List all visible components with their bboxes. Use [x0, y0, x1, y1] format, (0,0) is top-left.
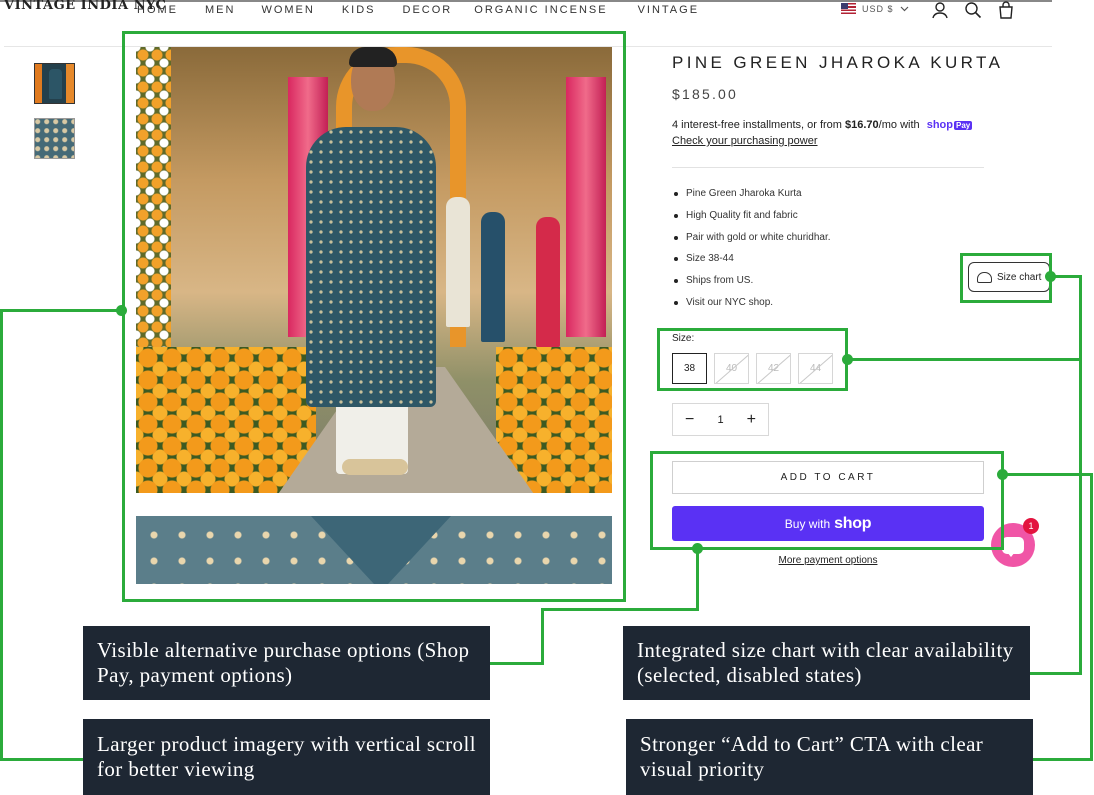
connector-line [490, 662, 544, 665]
connector-line [0, 758, 84, 761]
annotation-box-size-options [657, 328, 848, 391]
chat-notification-badge: 1 [1023, 518, 1039, 534]
connector-line [541, 608, 699, 611]
quantity-value[interactable]: 1 [717, 414, 723, 426]
connector-dot [842, 354, 853, 365]
thumbnail-full-view[interactable] [34, 63, 75, 104]
product-features-list: Pine Green Jharoka Kurta High Quality fi… [672, 187, 831, 318]
thumbnail-fabric-detail[interactable] [34, 118, 75, 159]
connector-line [846, 358, 1082, 361]
installments-text: 4 interest-free installments, or from $1… [672, 119, 973, 131]
nav-home[interactable]: HOME [137, 3, 178, 17]
annotation-box-imagery [122, 31, 626, 602]
product-title: PINE GREEN JHAROKA KURTA [672, 53, 1004, 72]
shop-pay-word: shop [926, 119, 953, 131]
connector-line [0, 309, 122, 312]
nav-organic-incense[interactable]: ORGANIC INCENSE [474, 3, 607, 17]
nav-kids[interactable]: KIDS [342, 3, 376, 17]
callout-cta: Stronger “Add to Cart” CTA with clear vi… [626, 719, 1033, 795]
installments-amount: $16.70 [845, 119, 879, 131]
decrease-quantity-button[interactable]: − [685, 411, 694, 428]
increase-quantity-button[interactable]: + [747, 411, 756, 428]
more-payment-options-link[interactable]: More payment options [672, 555, 984, 566]
search-icon[interactable] [964, 1, 982, 19]
info-divider [672, 167, 984, 168]
account-icon[interactable] [931, 1, 949, 19]
connector-line [1003, 473, 1093, 476]
nav-decor[interactable]: DECOR [403, 3, 453, 17]
currency-label: USD $ [862, 3, 894, 14]
quantity-stepper: − 1 + [672, 403, 769, 436]
chevron-down-icon [900, 6, 908, 11]
page: VINTAGE INDIA NYC HOME MEN WOMEN KIDS DE… [0, 0, 1094, 795]
nav-vintage[interactable]: VINTAGE [638, 3, 699, 17]
callout-imagery: Larger product imagery with vertical scr… [83, 719, 490, 795]
check-purchasing-power-link[interactable]: Check your purchasing power [672, 135, 818, 147]
connector-line [541, 608, 544, 665]
connector-line [696, 549, 699, 610]
connector-line [0, 309, 3, 761]
callout-purchase-options: Visible alternative purchase options (Sh… [83, 626, 490, 700]
list-item: Visit our NYC shop. [672, 296, 831, 318]
callout-size-chart: Integrated size chart with clear availab… [623, 626, 1030, 700]
product-price: $185.00 [672, 86, 739, 102]
currency-selector[interactable]: USD $ [841, 3, 909, 14]
list-item: Size 38-44 [672, 252, 831, 274]
list-item: Pine Green Jharoka Kurta [672, 187, 831, 209]
nav-men[interactable]: MEN [205, 3, 235, 17]
installments-suffix: /mo with [878, 119, 920, 131]
cart-icon[interactable] [997, 1, 1015, 19]
connector-dot [1045, 271, 1056, 282]
chat-bubble-icon [1002, 536, 1024, 557]
nav-women[interactable]: WOMEN [261, 3, 314, 17]
annotation-box-cta [650, 451, 1004, 550]
connector-dot [116, 305, 127, 316]
connector-line [1052, 275, 1082, 278]
us-flag-icon [841, 3, 856, 14]
shop-pay-badge: Pay [953, 121, 973, 130]
connector-dot [692, 543, 703, 554]
connector-dot [997, 469, 1008, 480]
connector-line [1030, 672, 1082, 675]
shop-pay-logo: shop Pay [927, 119, 973, 131]
list-item: Pair with gold or white churidhar. [672, 231, 831, 253]
list-item: High Quality fit and fabric [672, 209, 831, 231]
annotation-box-size-chart [960, 253, 1052, 303]
installments-prefix: 4 interest-free installments, or from [672, 119, 846, 131]
connector-line [1033, 758, 1093, 761]
list-item: Ships from US. [672, 274, 831, 296]
main-nav: HOME MEN WOMEN KIDS DECOR ORGANIC INCENS… [137, 3, 699, 17]
connector-line [1090, 473, 1093, 761]
